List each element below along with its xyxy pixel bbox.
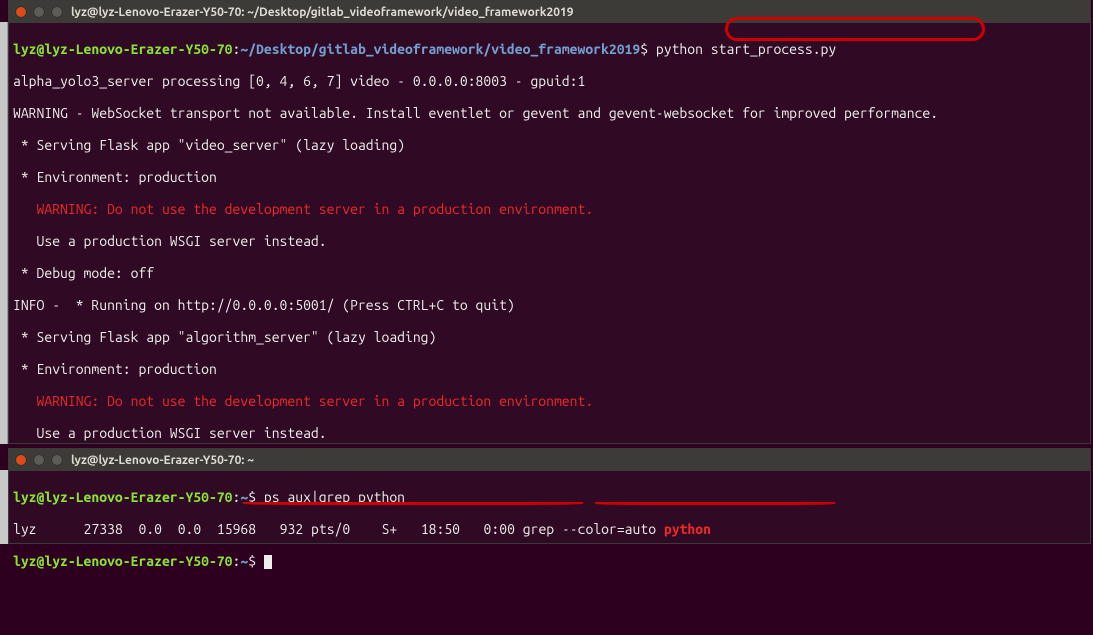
prompt-user: lyz@lyz-Lenovo-Erazer-Y50-70 xyxy=(13,553,233,569)
output-line: * Environment: production xyxy=(13,361,1086,377)
prompt-path: ~/Desktop/gitlab_videoframework/video_fr… xyxy=(240,41,640,57)
cmd-2: ps aux|grep python xyxy=(264,489,405,505)
warning-line: WARNING: Do not use the development serv… xyxy=(13,393,1086,409)
window-title-1: lyz@lyz-Lenovo-Erazer-Y50-70: ~/Desktop/… xyxy=(71,6,574,19)
left-scroll-strip-2 xyxy=(0,470,8,544)
output-line: WARNING - WebSocket transport not availa… xyxy=(13,105,1086,121)
minimize-icon[interactable] xyxy=(33,6,45,18)
terminal-body-2[interactable]: lyz@lyz-Lenovo-Erazer-Y50-70:~$ ps aux|g… xyxy=(9,471,1090,635)
ps-cmd-match: python xyxy=(664,521,711,537)
ps-cmd-prefix: grep --color=auto xyxy=(523,521,664,537)
prompt-user: lyz@lyz-Lenovo-Erazer-Y50-70 xyxy=(13,41,233,57)
left-scroll-strip xyxy=(0,22,8,444)
output-line: alpha_yolo3_server processing [0, 4, 6, … xyxy=(13,73,1086,89)
ps-vsz: 15968 xyxy=(217,521,256,537)
maximize-icon[interactable] xyxy=(51,454,63,466)
close-icon[interactable] xyxy=(15,454,27,466)
output-line: INFO - * Running on http://0.0.0.0:5001/… xyxy=(13,297,1086,313)
output-line: * Serving Flask app "algorithm_server" (… xyxy=(13,329,1086,345)
output-line: Use a production WSGI server instead. xyxy=(13,425,1086,441)
titlebar-2[interactable]: lyz@lyz-Lenovo-Erazer-Y50-70: ~ xyxy=(9,449,1090,471)
ps-tty: pts/0 xyxy=(311,521,350,537)
close-icon[interactable] xyxy=(15,6,27,18)
terminal-window-2: lyz@lyz-Lenovo-Erazer-Y50-70: ~ lyz@lyz-… xyxy=(8,448,1091,544)
ps-user: lyz xyxy=(13,521,37,537)
maximize-icon[interactable] xyxy=(51,6,63,18)
ps-time: 0:00 xyxy=(484,521,515,537)
ps-stat: S+ xyxy=(382,521,398,537)
minimize-icon[interactable] xyxy=(33,454,45,466)
cmd-1: python start_process.py xyxy=(656,41,836,57)
cursor xyxy=(264,555,272,569)
terminal-window-1: lyz@lyz-Lenovo-Erazer-Y50-70: ~/Desktop/… xyxy=(8,0,1091,444)
output-line: * Serving Flask app "video_server" (lazy… xyxy=(13,137,1086,153)
warning-line: WARNING: Do not use the development serv… xyxy=(13,201,1086,217)
ps-rss: 932 xyxy=(280,521,304,537)
prompt-path: ~ xyxy=(240,553,248,569)
ps-mem: 0.0 xyxy=(178,521,202,537)
titlebar-1[interactable]: lyz@lyz-Lenovo-Erazer-Y50-70: ~/Desktop/… xyxy=(9,1,1090,23)
window-title-2: lyz@lyz-Lenovo-Erazer-Y50-70: ~ xyxy=(71,454,254,467)
ps-start: 18:50 xyxy=(421,521,460,537)
prompt-user: lyz@lyz-Lenovo-Erazer-Y50-70 xyxy=(13,489,233,505)
output-line: * Debug mode: off xyxy=(13,265,1086,281)
ps-pid: 27338 xyxy=(84,521,123,537)
output-line: * Environment: production xyxy=(13,169,1086,185)
ps-cpu: 0.0 xyxy=(138,521,162,537)
output-line: Use a production WSGI server instead. xyxy=(13,233,1086,249)
